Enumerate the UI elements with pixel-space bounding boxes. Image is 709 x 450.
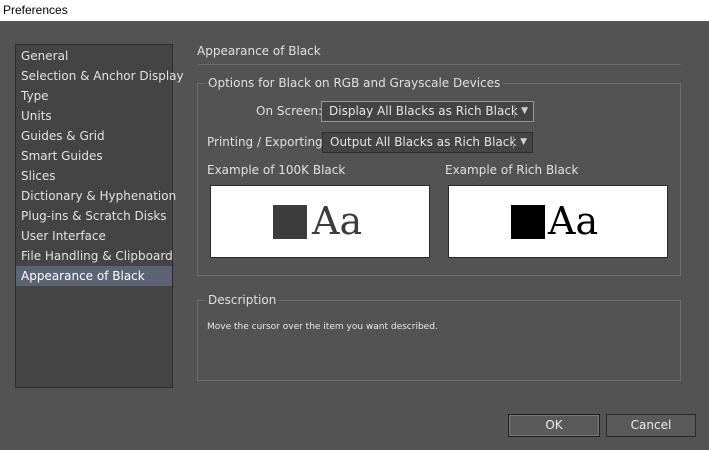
example-rich-black-preview: Aa xyxy=(448,185,668,258)
printing-exporting-dropdown[interactable]: Output All Blacks as Rich Black ▼ xyxy=(322,132,533,153)
window-title: Preferences xyxy=(3,3,68,17)
title-bar: Preferences xyxy=(0,0,709,21)
sidebar-item-general[interactable]: General xyxy=(16,46,172,66)
sidebar-item-plugins-scratch-disks[interactable]: Plug-ins & Scratch Disks xyxy=(16,206,172,226)
sidebar-item-slices[interactable]: Slices xyxy=(16,166,172,186)
cancel-button[interactable]: Cancel xyxy=(606,414,696,437)
panel-heading: Appearance of Black xyxy=(197,44,321,58)
on-screen-dropdown[interactable]: Display All Blacks as Rich Black ▼ xyxy=(321,101,534,122)
sidebar-item-guides-grid[interactable]: Guides & Grid xyxy=(16,126,172,146)
sample-text-100k: Aa xyxy=(312,199,363,243)
sidebar-item-file-handling-clipboard[interactable]: File Handling & Clipboard xyxy=(16,246,173,266)
sidebar-item-dictionary-hyphenation[interactable]: Dictionary & Hyphenation xyxy=(16,186,176,206)
example-100k-black-label: Example of 100K Black xyxy=(207,163,346,177)
on-screen-label: On Screen: xyxy=(256,104,323,118)
example-rich-black-label: Example of Rich Black xyxy=(445,163,579,177)
description-legend: Description xyxy=(208,293,277,307)
description-text: Move the cursor over the item you want d… xyxy=(207,322,438,332)
chevron-down-icon: ▼ xyxy=(521,106,528,116)
on-screen-value: Display All Blacks as Rich Black xyxy=(329,104,518,118)
ok-button[interactable]: OK xyxy=(508,414,600,437)
sidebar-item-smart-guides[interactable]: Smart Guides xyxy=(16,146,172,166)
sidebar-item-units[interactable]: Units xyxy=(16,106,172,126)
sidebar-item-appearance-of-black[interactable]: Appearance of Black xyxy=(16,266,172,286)
printing-exporting-label: Printing / Exporting: xyxy=(207,135,327,149)
sidebar-item-type[interactable]: Type xyxy=(16,86,172,106)
dropdown-separator xyxy=(513,136,514,149)
sample-text-rich: Aa xyxy=(548,199,599,243)
example-100k-black-preview: Aa xyxy=(210,185,430,258)
dropdown-separator xyxy=(514,105,515,118)
black-swatch-100k xyxy=(273,205,307,239)
sidebar-item-user-interface[interactable]: User Interface xyxy=(16,226,172,246)
sidebar-item-selection-anchor-display[interactable]: Selection & Anchor Display xyxy=(16,66,184,86)
heading-divider xyxy=(197,64,681,65)
category-list[interactable]: General Selection & Anchor Display Type … xyxy=(15,44,184,388)
chevron-down-icon: ▼ xyxy=(520,137,527,147)
black-swatch-rich xyxy=(511,205,545,239)
options-legend: Options for Black on RGB and Grayscale D… xyxy=(208,76,501,90)
description-group: Description xyxy=(197,293,681,381)
printing-exporting-value: Output All Blacks as Rich Black xyxy=(330,135,517,149)
